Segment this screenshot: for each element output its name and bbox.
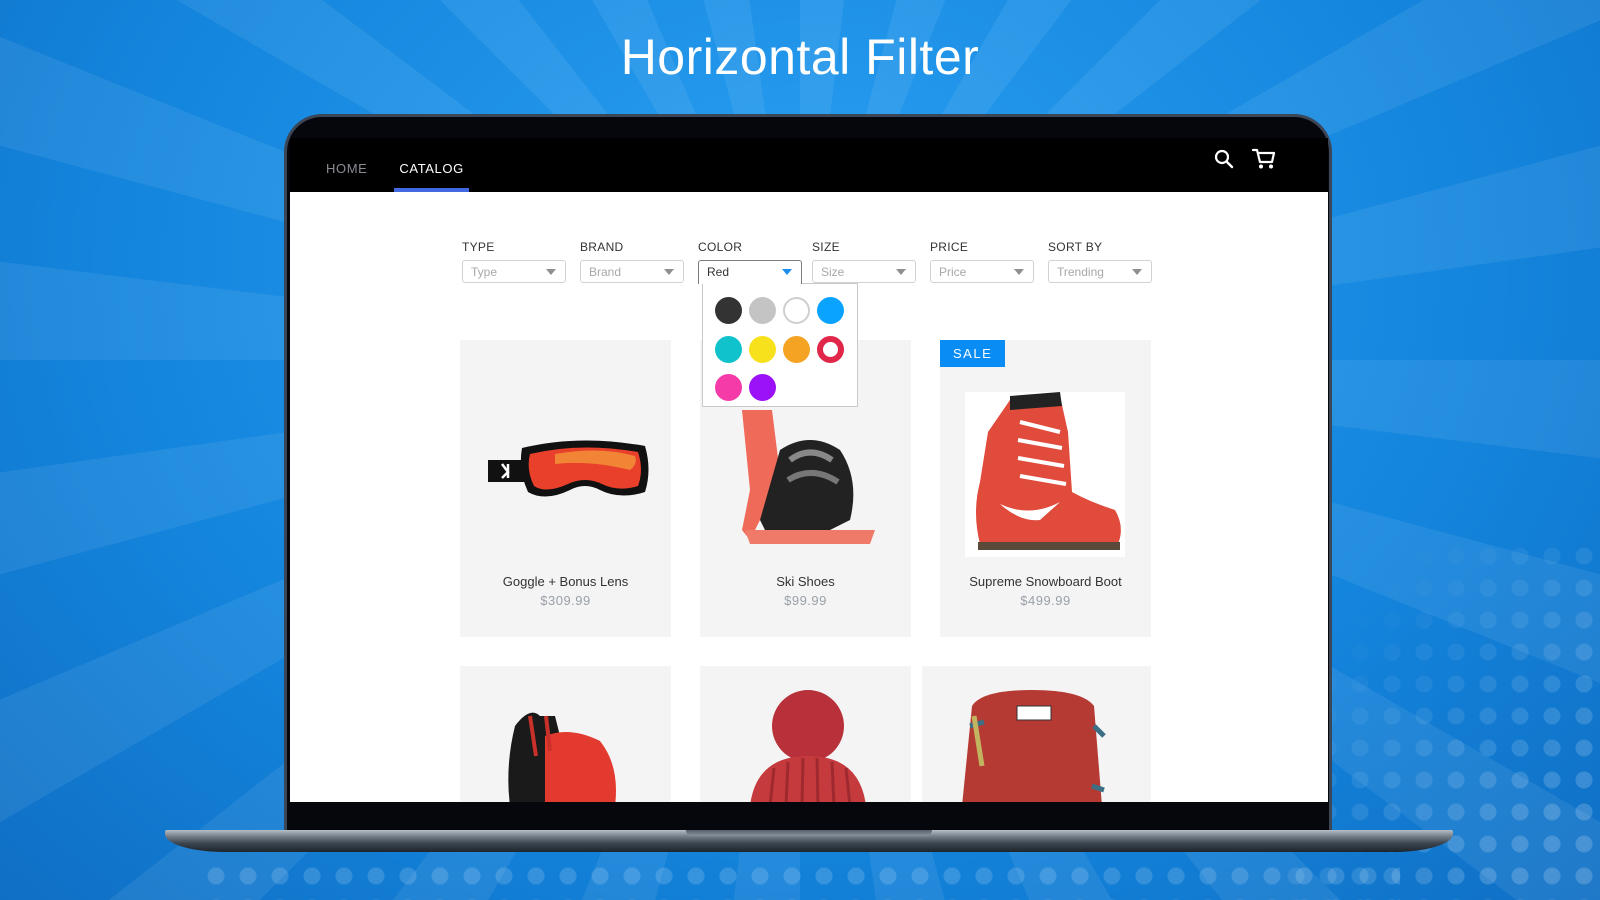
background-dots-bottom — [200, 860, 1400, 900]
product-name: Supreme Snowboard Boot — [969, 574, 1122, 589]
color-select[interactable]: Red — [698, 260, 802, 284]
filter-price: PRICE Price — [930, 240, 1048, 284]
filter-sort: SORT BY Trending — [1048, 240, 1166, 284]
type-select[interactable]: Type — [462, 260, 566, 283]
select-value: Price — [939, 265, 967, 279]
color-swatch-blue[interactable] — [817, 297, 844, 324]
filter-label: BRAND — [580, 240, 624, 254]
product-card[interactable] — [922, 666, 1151, 802]
nav-home[interactable]: HOME — [324, 161, 369, 192]
nav-icons — [1214, 148, 1276, 174]
select-value: Trending — [1057, 265, 1104, 279]
product-card[interactable] — [700, 666, 911, 802]
size-select[interactable]: Size — [812, 260, 916, 283]
caret-down-icon — [546, 269, 556, 275]
filter-bar: TYPE Type BRAND Brand COLOR Red SIZE Siz… — [462, 240, 1166, 284]
ski-binding-image — [700, 410, 911, 554]
product-name: Goggle + Bonus Lens — [502, 574, 629, 589]
top-nav: HOME CATALOG — [290, 138, 1328, 192]
filter-size: SIZE Size — [812, 240, 930, 284]
snowboard-boot-image — [940, 392, 1151, 561]
beanie-image — [700, 686, 911, 802]
color-swatch-black[interactable] — [715, 297, 742, 324]
filter-label: SIZE — [812, 240, 840, 254]
brand-select[interactable]: Brand — [580, 260, 684, 283]
caret-down-icon — [1014, 269, 1024, 275]
caret-down-icon — [782, 269, 792, 275]
color-dropdown-panel — [702, 283, 858, 407]
filter-color: COLOR Red — [698, 240, 812, 284]
page-headline: Horizontal Filter — [620, 29, 980, 85]
backpack-image — [922, 686, 1151, 802]
product-card[interactable] — [460, 666, 671, 802]
color-swatch-gray[interactable] — [749, 297, 776, 324]
select-value: Type — [471, 265, 498, 279]
product-price: $499.99 — [1020, 593, 1071, 608]
caret-down-icon — [1132, 269, 1142, 275]
filter-label: TYPE — [462, 240, 495, 254]
cart-icon[interactable] — [1251, 148, 1276, 174]
color-swatch-yellow[interactable] — [749, 335, 776, 363]
filter-label: PRICE — [930, 240, 969, 254]
color-swatch-teal[interactable] — [715, 335, 742, 363]
goggle-image — [460, 430, 671, 524]
filter-label: SORT BY — [1048, 240, 1103, 254]
laptop-screen: HOME CATALOG TYPE Type BRAND Brand COLOR… — [290, 138, 1328, 802]
search-icon[interactable] — [1214, 149, 1234, 173]
product-price: $309.99 — [540, 593, 591, 608]
select-value: Brand — [589, 265, 622, 279]
color-swatch-pink[interactable] — [715, 374, 742, 402]
color-swatch-white[interactable] — [783, 297, 810, 324]
select-value: Red — [707, 265, 730, 279]
select-value: Size — [821, 265, 845, 279]
nav-catalog[interactable]: CATALOG — [394, 161, 470, 192]
filter-type: TYPE Type — [462, 240, 580, 284]
sort-select[interactable]: Trending — [1048, 260, 1152, 283]
sale-badge: SALE — [940, 340, 1006, 367]
color-swatch-orange[interactable] — [783, 335, 810, 363]
caret-down-icon — [896, 269, 906, 275]
color-swatch-red[interactable] — [817, 335, 844, 363]
caret-down-icon — [664, 269, 674, 275]
product-card[interactable]: Goggle + Bonus Lens $309.99 — [460, 340, 671, 637]
price-select[interactable]: Price — [930, 260, 1034, 283]
product-price: $99.99 — [784, 593, 827, 608]
filter-label: COLOR — [698, 240, 743, 254]
product-name: Ski Shoes — [776, 574, 835, 589]
filter-brand: BRAND Brand — [580, 240, 698, 284]
laptop-notch — [686, 830, 932, 836]
gloves-image — [460, 706, 671, 802]
color-swatch-purple[interactable] — [749, 374, 776, 402]
product-card[interactable]: SALE Supreme Snowboard Boot $499.99 — [940, 340, 1151, 637]
